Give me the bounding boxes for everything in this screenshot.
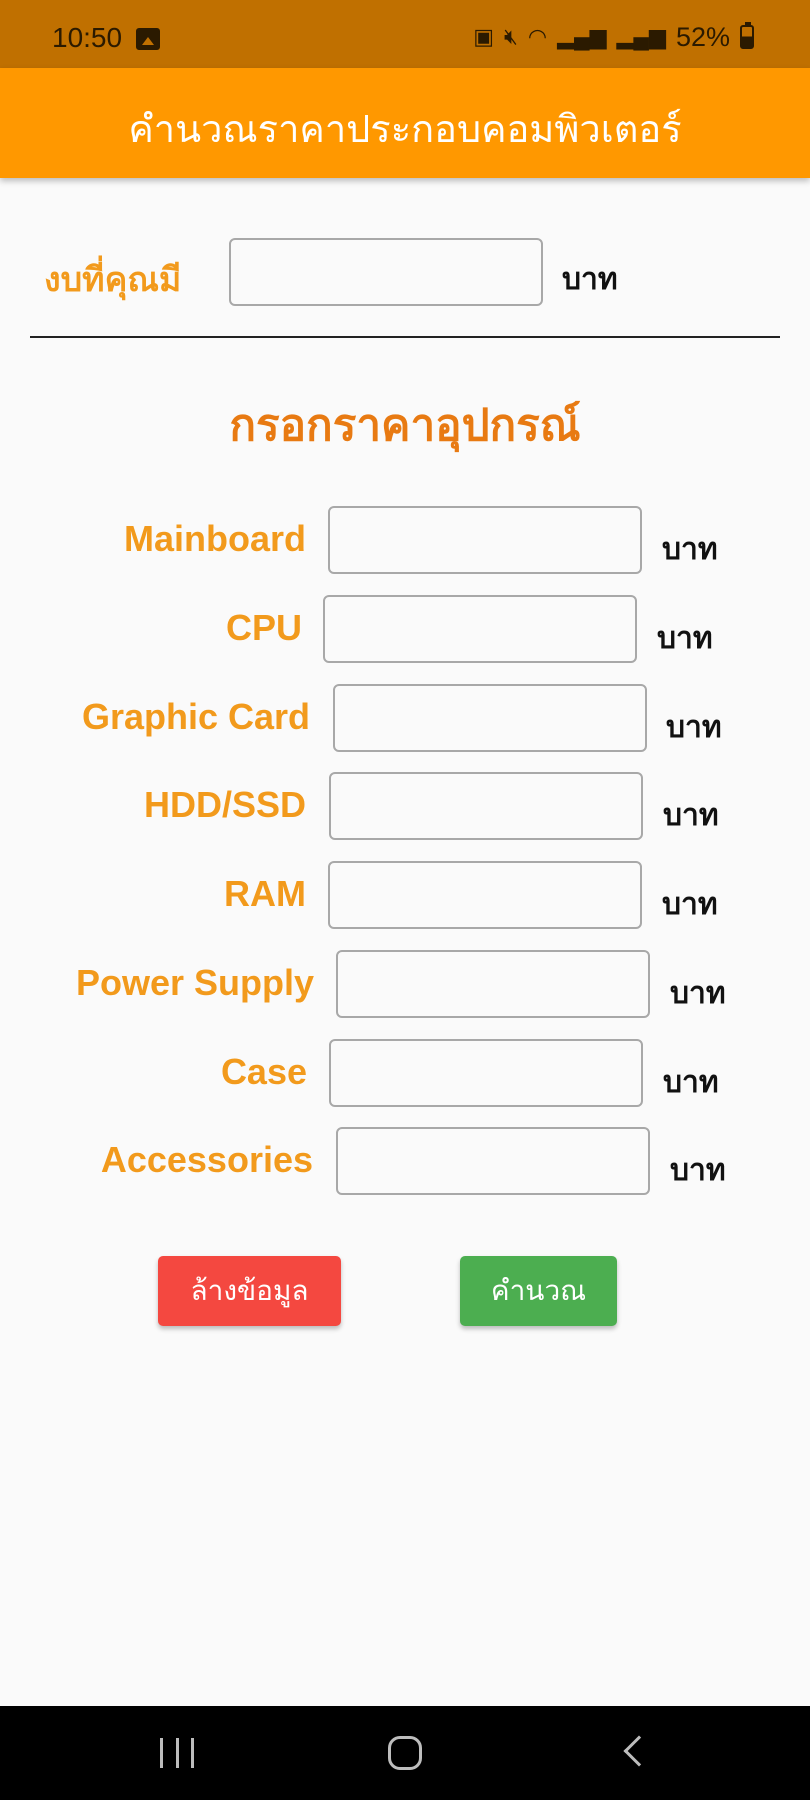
accessories-label: Accessories: [100, 1139, 313, 1180]
signal-icon: ▂▄▆: [557, 24, 607, 49]
clear-button[interactable]: ล้างข้อมูล: [158, 1256, 341, 1326]
calculate-button[interactable]: คำนวณ: [460, 1256, 617, 1326]
graphic-card-label: Graphic Card: [81, 696, 310, 737]
power-supply-input[interactable]: [336, 950, 650, 1018]
mainboard-unit: บาท: [662, 532, 718, 567]
mainboard-label: Mainboard: [123, 518, 306, 559]
accessories-input[interactable]: [336, 1127, 650, 1195]
case-label: Case: [220, 1051, 307, 1092]
status-icons: ▣ 🔇︎ ◠ ▂▄▆ ▂▄▆ 52%: [473, 22, 754, 52]
budget-input[interactable]: [229, 238, 543, 306]
mainboard-input[interactable]: [328, 506, 642, 574]
status-bar: 10:50 ▣ 🔇︎ ◠ ▂▄▆ ▂▄▆ 52%: [0, 0, 810, 68]
accessories-unit: บาท: [670, 1153, 726, 1188]
storage-input[interactable]: [329, 772, 643, 840]
power-supply-unit: บาท: [670, 976, 726, 1011]
divider: [30, 336, 780, 338]
recent-apps-icon[interactable]: [160, 1738, 194, 1768]
wifi-icon: ◠: [527, 24, 548, 49]
graphic-card-input[interactable]: [333, 684, 647, 752]
power-supply-label: Power Supply: [75, 962, 314, 1003]
app-title: คำนวณราคาประกอบคอมพิวเตอร์: [128, 107, 682, 151]
home-icon[interactable]: [388, 1736, 422, 1770]
signal-icon: ▂▄▆: [616, 24, 666, 49]
ram-label: RAM: [224, 873, 306, 914]
storage-unit: บาท: [663, 798, 719, 833]
app-bar: คำนวณราคาประกอบคอมพิวเตอร์: [0, 68, 810, 178]
ram-unit: บาท: [662, 887, 718, 922]
battery-saver-icon: ▣: [473, 24, 494, 49]
case-input[interactable]: [329, 1039, 643, 1107]
cpu-unit: บาท: [657, 621, 713, 656]
storage-label: HDD/SSD: [143, 784, 306, 825]
budget-unit: บาท: [562, 262, 618, 297]
gallery-icon: [136, 28, 160, 50]
battery-percent: 52%: [675, 21, 730, 52]
navigation-bar: [0, 1706, 810, 1800]
back-icon[interactable]: [623, 1735, 655, 1767]
section-title: กรอกราคาอุปกรณ์: [229, 400, 581, 451]
cpu-input[interactable]: [323, 595, 637, 663]
budget-label: งบที่คุณมี: [44, 260, 182, 300]
battery-icon: [740, 22, 754, 49]
case-unit: บาท: [663, 1065, 719, 1100]
status-time: 10:50: [52, 22, 123, 53]
mute-icon: 🔇︎: [504, 24, 518, 49]
ram-input[interactable]: [328, 861, 642, 929]
cpu-label: CPU: [225, 607, 302, 648]
graphic-card-unit: บาท: [666, 710, 722, 745]
